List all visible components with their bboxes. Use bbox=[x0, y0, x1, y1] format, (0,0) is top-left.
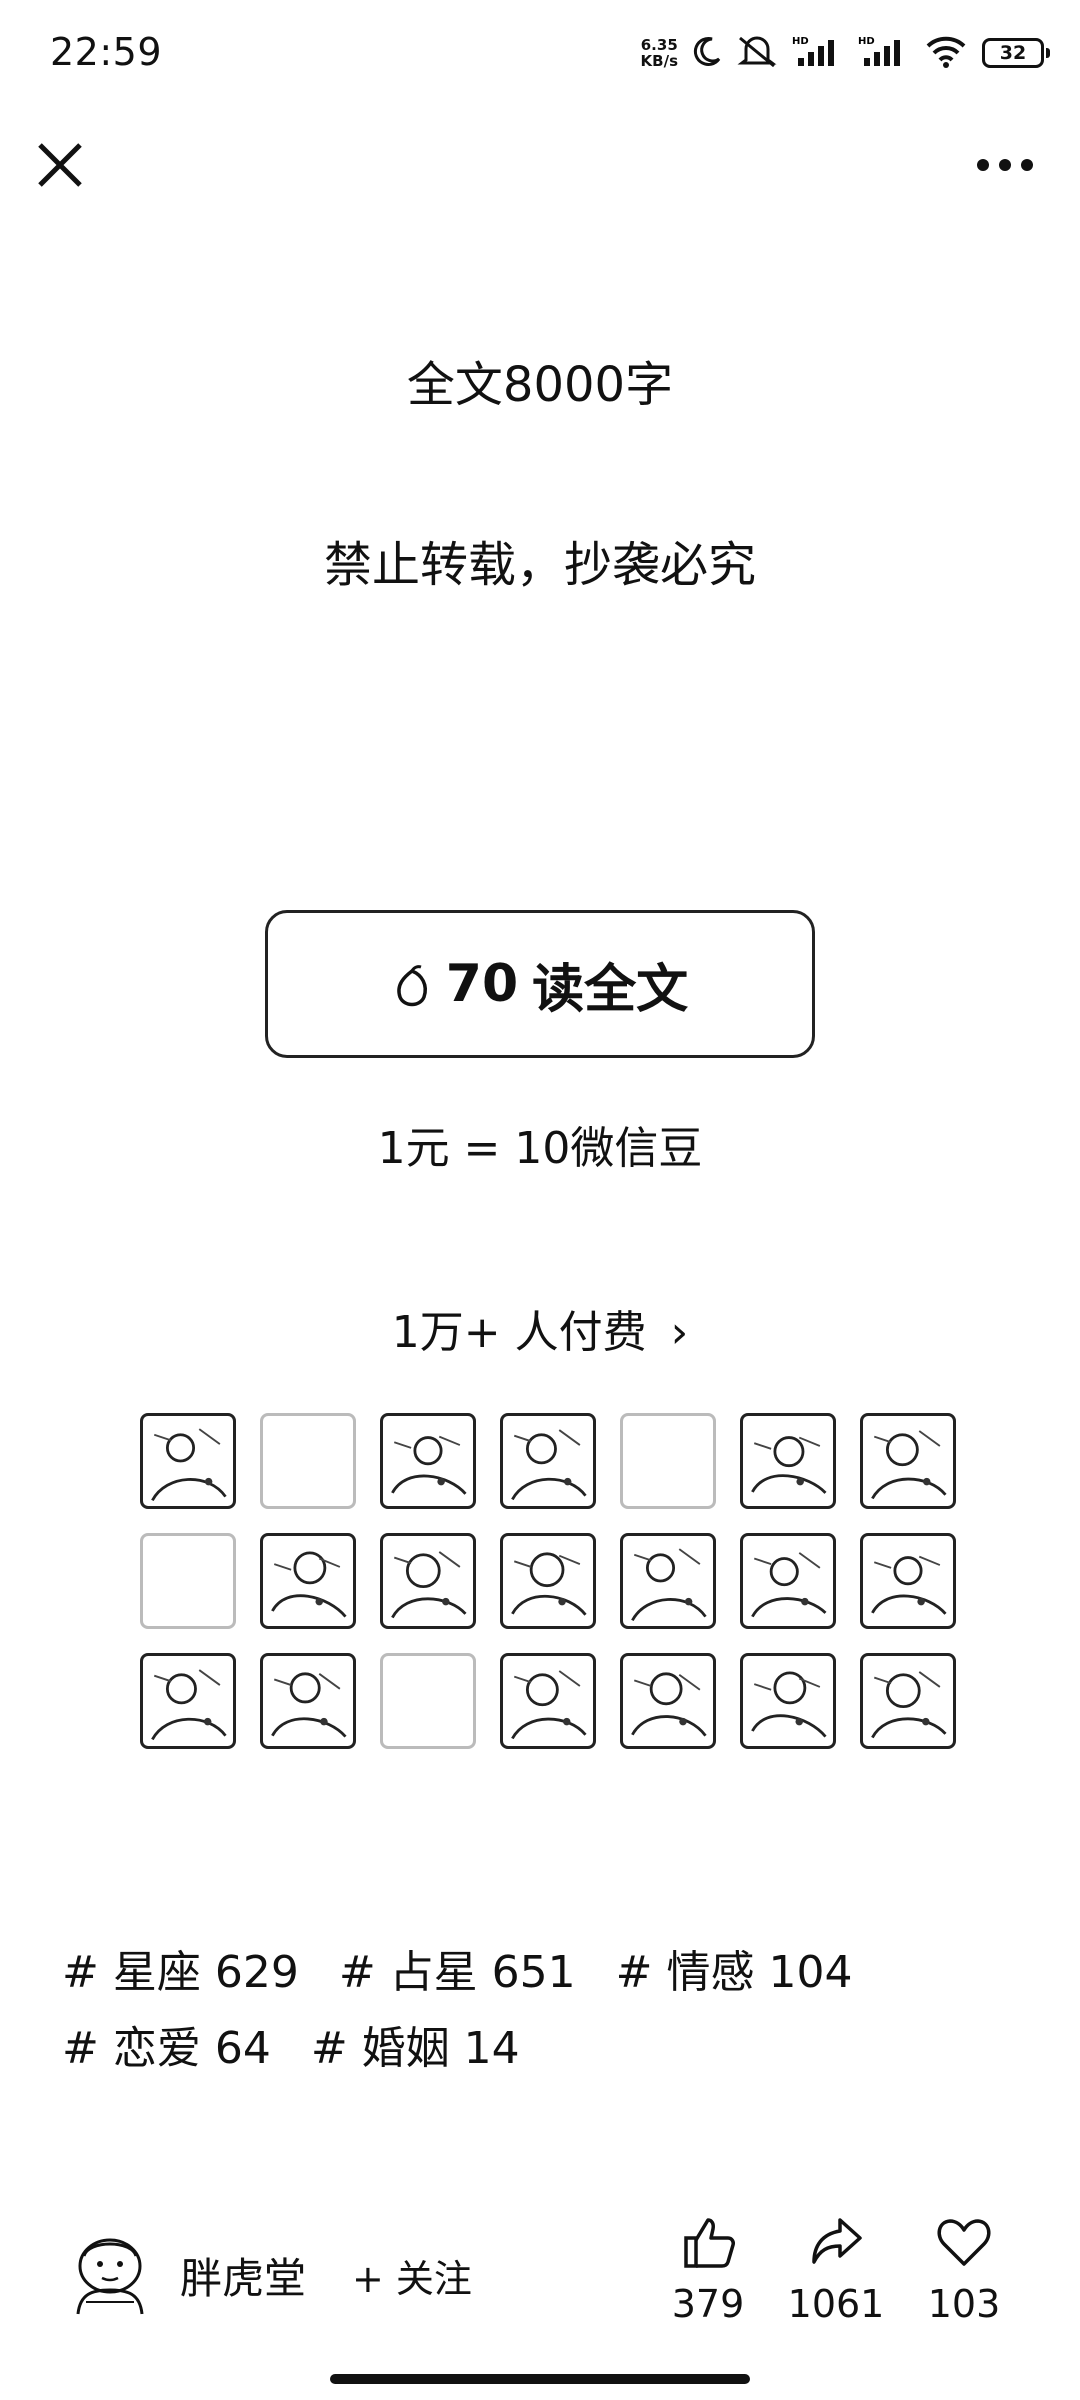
payer-avatar[interactable] bbox=[500, 1413, 596, 1509]
thumbs-up-icon bbox=[684, 2218, 735, 2268]
author-name[interactable]: 胖虎堂 bbox=[180, 2245, 306, 2306]
payer-avatar[interactable] bbox=[380, 1413, 476, 1509]
status-bar: 22:59 6.35 KB/s HD HD 32 bbox=[0, 0, 1080, 110]
battery-level: 32 bbox=[999, 42, 1027, 64]
payer-avatar[interactable] bbox=[620, 1653, 716, 1749]
author-avatar[interactable] bbox=[62, 2222, 158, 2318]
home-indicator[interactable] bbox=[330, 2374, 750, 2384]
chevron-right-icon: › bbox=[670, 1307, 689, 1358]
status-icons: 6.35 KB/s HD HD 32 bbox=[641, 28, 1050, 78]
copyright-notice: 禁止转载，抄袭必究 bbox=[323, 537, 756, 593]
article-page: 22:59 6.35 KB/s HD HD 32 全文8000字 禁止转载，抄袭… bbox=[0, 0, 1080, 2400]
payer-avatar[interactable] bbox=[620, 1533, 716, 1629]
more-button[interactable] bbox=[970, 145, 1040, 185]
battery-icon: 32 bbox=[982, 38, 1050, 68]
close-icon bbox=[38, 143, 82, 187]
svg-text:HD: HD bbox=[792, 36, 809, 47]
wechat-bean-icon bbox=[392, 962, 432, 1007]
wifi-icon bbox=[924, 34, 968, 72]
article-headline: 全文8000字 bbox=[406, 357, 674, 413]
topic-tag[interactable]: # 婚姻 14 bbox=[311, 2011, 520, 2087]
like-count: 379 bbox=[671, 2282, 745, 2326]
follow-button[interactable]: + 关注 bbox=[352, 2248, 472, 2303]
more-icon bbox=[977, 159, 1033, 171]
payer-avatar[interactable] bbox=[740, 1413, 836, 1509]
svg-text:HD: HD bbox=[858, 36, 875, 47]
payer-avatar[interactable] bbox=[140, 1413, 236, 1509]
mute-icon bbox=[736, 34, 778, 72]
payer-avatar[interactable] bbox=[500, 1533, 596, 1629]
close-button[interactable] bbox=[30, 135, 90, 195]
share-icon bbox=[812, 2218, 862, 2264]
status-time: 22:59 bbox=[50, 30, 163, 74]
topic-tag[interactable]: # 情感 104 bbox=[616, 1935, 853, 2011]
payer-avatar[interactable] bbox=[140, 1653, 236, 1749]
network-speed-unit: KB/s bbox=[640, 52, 678, 70]
network-speed-value: 6.35 bbox=[640, 36, 678, 54]
signal-hd-icon: HD bbox=[792, 34, 844, 72]
payer-avatar[interactable] bbox=[740, 1653, 836, 1749]
signal-hd-icon: HD bbox=[858, 34, 910, 72]
favorite-button[interactable]: 103 bbox=[904, 2212, 1024, 2326]
topic-tag[interactable]: # 占星 651 bbox=[339, 1935, 576, 2011]
payer-avatar[interactable] bbox=[860, 1413, 956, 1509]
share-button[interactable]: 1061 bbox=[776, 2212, 896, 2326]
topic-tag[interactable]: # 星座 629 bbox=[62, 1935, 299, 2011]
payer-avatar-grid[interactable] bbox=[140, 1413, 956, 1749]
moon-icon bbox=[692, 35, 722, 71]
payers-link[interactable]: 1万+ 人付费 › bbox=[0, 1296, 1080, 1360]
payer-avatar[interactable] bbox=[260, 1533, 356, 1629]
read-full-text-button[interactable]: 70 读全文 bbox=[265, 910, 815, 1058]
price-value: 70 bbox=[445, 954, 519, 1014]
network-speed: 6.35 KB/s bbox=[641, 37, 678, 69]
payer-avatar[interactable] bbox=[740, 1533, 836, 1629]
favorite-count: 103 bbox=[927, 2282, 1001, 2326]
payer-avatar[interactable] bbox=[860, 1653, 956, 1749]
payer-avatar[interactable] bbox=[140, 1533, 236, 1629]
like-button[interactable]: 379 bbox=[648, 2212, 768, 2326]
payers-count: 1万+ 人付费 bbox=[391, 1307, 647, 1358]
payer-avatar[interactable] bbox=[380, 1533, 476, 1629]
payer-avatar[interactable] bbox=[380, 1653, 476, 1749]
heart-icon bbox=[937, 2219, 991, 2266]
read-full-label: 读全文 bbox=[532, 959, 689, 1020]
payer-avatar[interactable] bbox=[500, 1653, 596, 1749]
payer-avatar[interactable] bbox=[620, 1413, 716, 1509]
payer-avatar[interactable] bbox=[260, 1653, 356, 1749]
exchange-rate: 1元 = 10微信豆 bbox=[377, 1123, 703, 1174]
topic-tag[interactable]: # 恋爱 64 bbox=[62, 2011, 271, 2087]
topic-tags: # 星座 629 # 占星 651 # 情感 104 # 恋爱 64 # 婚姻 14 bbox=[62, 1935, 1022, 2087]
payer-avatar[interactable] bbox=[260, 1413, 356, 1509]
share-count: 1061 bbox=[787, 2282, 885, 2326]
payer-avatar[interactable] bbox=[860, 1533, 956, 1629]
